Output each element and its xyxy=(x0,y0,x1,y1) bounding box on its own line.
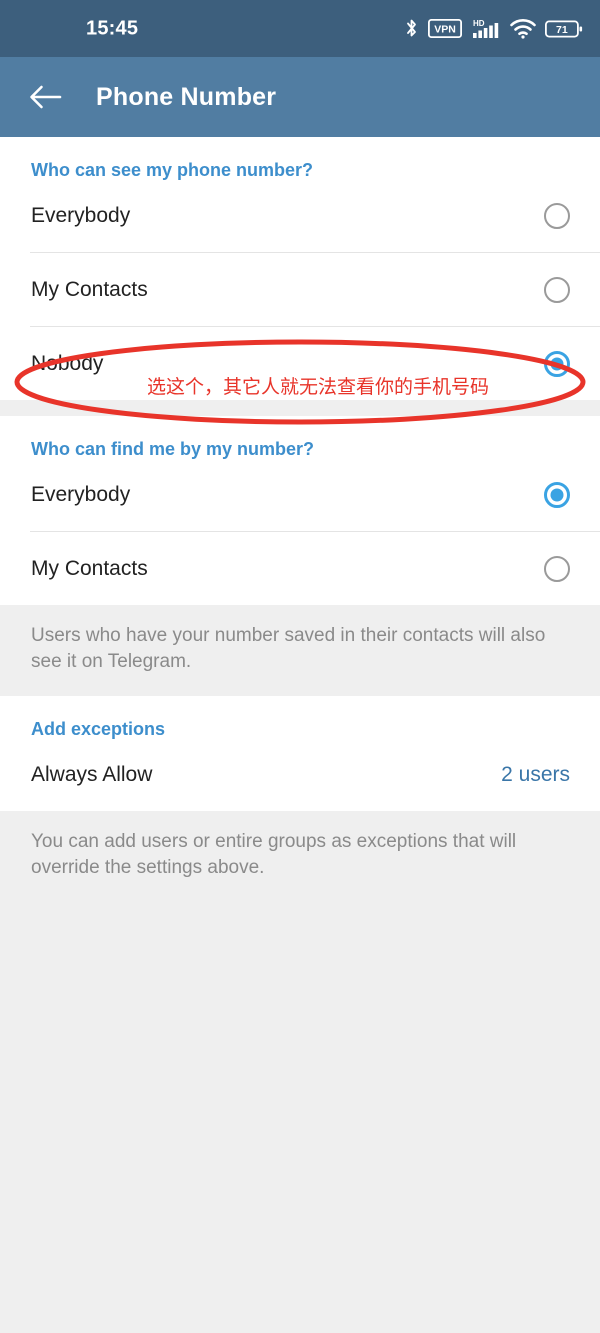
back-button[interactable] xyxy=(18,69,74,125)
option-findability-my-contacts[interactable]: My Contacts xyxy=(0,532,600,605)
option-visibility-everybody[interactable]: Everybody xyxy=(0,179,600,252)
status-bar: 15:45 VPN HD 71 xyxy=(0,0,600,57)
battery-icon: 71 xyxy=(545,19,583,39)
section-exceptions-header: Add exceptions xyxy=(31,719,166,740)
option-label: My Contacts xyxy=(31,556,148,580)
radio-button[interactable] xyxy=(544,202,570,229)
section-visibility-header: Who can see my phone number? xyxy=(31,160,314,180)
radio-button[interactable] xyxy=(544,350,570,377)
bluetooth-icon xyxy=(404,18,419,39)
vpn-icon: VPN xyxy=(428,19,462,38)
status-bar-icons: VPN HD 71 xyxy=(404,18,583,40)
option-label: Nobody xyxy=(31,351,104,375)
svg-text:HD: HD xyxy=(473,19,485,28)
option-visibility-my-contacts[interactable]: My Contacts xyxy=(0,253,600,326)
section-gap xyxy=(0,400,600,416)
section-visibility: Who can see my phone number? Everybody M… xyxy=(0,137,600,400)
app-toolbar: Phone Number xyxy=(0,57,600,137)
radio-button[interactable] xyxy=(544,481,570,508)
option-label: Everybody xyxy=(31,482,131,506)
wifi-icon xyxy=(510,18,536,39)
section-findability: Who can find me by my number? Everybody … xyxy=(0,416,600,605)
exceptions-info-text: You can add users or entire groups as ex… xyxy=(0,811,600,903)
app-screen: 15:45 VPN HD 71 Phone Number Who can see… xyxy=(0,0,600,1333)
option-findability-everybody[interactable]: Everybody xyxy=(0,458,600,531)
option-visibility-nobody[interactable]: Nobody xyxy=(0,327,600,400)
hd-signal-icon: HD xyxy=(471,18,501,40)
battery-level-label: 71 xyxy=(556,23,568,35)
page-title: Phone Number xyxy=(96,82,277,111)
back-arrow-icon xyxy=(30,85,62,109)
option-label: My Contacts xyxy=(31,277,148,301)
row-always-allow[interactable]: Always Allow 2 users xyxy=(0,738,600,811)
section-exceptions: Add exceptions Always Allow 2 users xyxy=(0,696,600,812)
status-bar-clock: 15:45 xyxy=(86,17,139,39)
option-label: Everybody xyxy=(31,203,131,227)
radio-button[interactable] xyxy=(544,555,570,582)
row-value: 2 users xyxy=(501,762,570,786)
row-label: Always Allow xyxy=(31,762,153,786)
radio-button[interactable] xyxy=(544,276,570,303)
findability-info-text: Users who have your number saved in thei… xyxy=(0,605,600,697)
settings-content: Who can see my phone number? Everybody M… xyxy=(0,137,600,903)
svg-text:VPN: VPN xyxy=(434,24,456,36)
section-findability-header: Who can find me by my number? xyxy=(31,439,315,459)
